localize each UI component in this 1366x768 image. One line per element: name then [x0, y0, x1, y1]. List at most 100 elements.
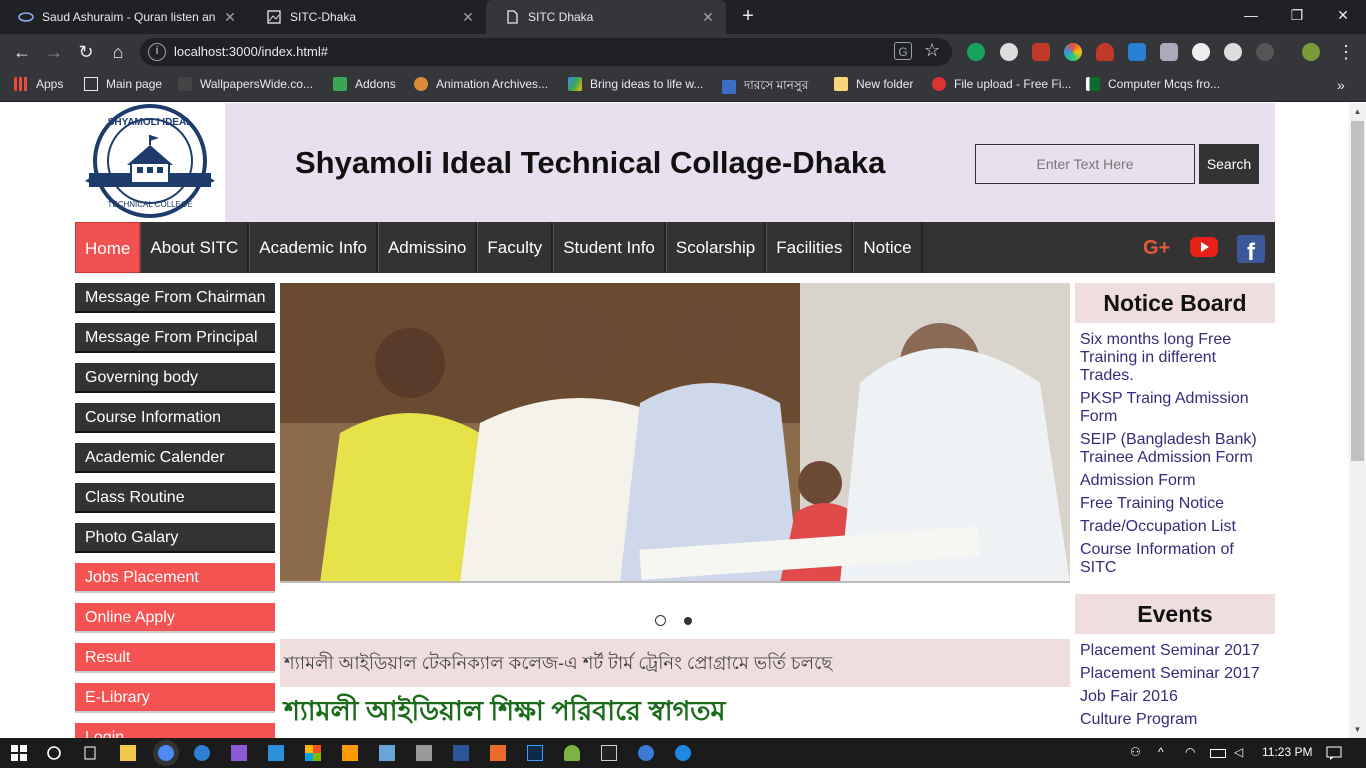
new-tab-icon[interactable]: +	[736, 5, 760, 29]
sidebar-item-governing-body[interactable]: Governing body	[75, 363, 275, 393]
sidebar-item-login[interactable]: Login	[75, 723, 275, 738]
slider-dot-2[interactable]	[684, 617, 692, 625]
sidebar-item-message-principal[interactable]: Message From Principal	[75, 323, 275, 353]
sublime-icon[interactable]	[342, 745, 358, 761]
color-picker-icon[interactable]	[1064, 43, 1082, 61]
tff-extension-icon[interactable]	[1128, 43, 1146, 61]
reload-icon[interactable]: ↻	[74, 40, 98, 64]
slider-dot-1[interactable]	[655, 615, 666, 626]
scroll-up-arrow-icon[interactable]: ▲	[1349, 103, 1366, 120]
back-icon[interactable]: ←	[10, 40, 34, 64]
shield-extension-icon[interactable]	[1160, 43, 1178, 61]
notifications-icon[interactable]	[1326, 745, 1342, 761]
nav-about-sitc[interactable]: About SITC	[140, 222, 250, 273]
bookmark-star-icon[interactable]: ☆	[924, 40, 940, 61]
close-tab-icon[interactable]: ✕	[220, 9, 240, 26]
word-icon[interactable]	[453, 745, 469, 761]
bookmark-file-upload[interactable]: File upload - Free Fi...	[932, 77, 1071, 91]
bookmark-bring-ideas[interactable]: Bring ideas to life w...	[568, 77, 703, 91]
home-icon[interactable]: ⌂	[106, 40, 130, 64]
scroll-down-arrow-icon[interactable]: ▼	[1349, 721, 1366, 738]
file-explorer-icon[interactable]	[120, 745, 136, 761]
bookmark-main-page[interactable]: Main page	[84, 77, 162, 91]
people-icon[interactable]: ⚇	[1130, 745, 1146, 761]
eye-extension-icon[interactable]	[1192, 43, 1210, 61]
speed-extension-icon[interactable]	[1224, 43, 1242, 61]
notice-link[interactable]: Six months long Free Training in differe…	[1080, 331, 1270, 385]
volume-icon[interactable]: ◁	[1234, 745, 1250, 761]
close-window-icon[interactable]: ✕	[1320, 0, 1366, 30]
bookmark-animation-archives[interactable]: Animation Archives...	[414, 77, 548, 91]
url-text[interactable]: localhost:3000/index.html#	[174, 44, 328, 59]
event-link[interactable]: Culture Program	[1080, 711, 1270, 729]
sidebar-item-photo-gallery[interactable]: Photo Galary	[75, 523, 275, 553]
battery-icon[interactable]	[1210, 749, 1226, 758]
google-plus-icon[interactable]: G+	[1143, 235, 1173, 264]
more-bookmarks-icon[interactable]: »	[1337, 77, 1345, 93]
image-slider[interactable]	[280, 283, 1070, 583]
profile-avatar[interactable]	[1302, 43, 1320, 61]
nav-admission[interactable]: Admissino	[377, 222, 478, 273]
notice-link[interactable]: Trade/Occupation List	[1080, 518, 1270, 536]
bookmark-addons[interactable]: Addons	[333, 77, 396, 91]
terminal-icon[interactable]	[601, 745, 617, 761]
bookmark-darse-mansur[interactable]: দারসে মানসুর	[722, 77, 808, 97]
edge-icon[interactable]	[194, 745, 210, 761]
nav-student-info[interactable]: Student Info	[553, 222, 666, 273]
restore-icon[interactable]: ❐	[1274, 0, 1320, 30]
messenger-icon[interactable]	[675, 745, 691, 761]
bookmark-apps[interactable]: Apps	[14, 77, 63, 91]
store-icon[interactable]	[305, 745, 321, 761]
sidebar-item-online-apply[interactable]: Online Apply	[75, 603, 275, 633]
event-link[interactable]: Placement Seminar 2017	[1080, 665, 1270, 683]
vscode-icon[interactable]	[268, 745, 284, 761]
search-circle-icon[interactable]	[46, 745, 62, 761]
visual-studio-icon[interactable]	[231, 745, 247, 761]
sidebar-item-academic-calendar[interactable]: Academic Calender	[75, 443, 275, 473]
sidebar-item-jobs-placement[interactable]: Jobs Placement	[75, 563, 275, 593]
search-button[interactable]: Search	[1199, 144, 1259, 184]
bookmark-new-folder[interactable]: New folder	[834, 77, 913, 91]
address-bar[interactable]: i localhost:3000/index.html# G ☆	[140, 38, 952, 66]
chevron-up-icon[interactable]: ^	[1158, 745, 1174, 761]
nav-home[interactable]: Home	[75, 222, 141, 273]
bookmark-computer-mcqs[interactable]: Computer Mcqs fro...	[1086, 77, 1220, 91]
nav-notice[interactable]: Notice	[853, 222, 923, 273]
blender-icon[interactable]	[490, 745, 506, 761]
youtube-icon[interactable]	[1189, 235, 1219, 264]
sidebar-item-message-chairman[interactable]: Message From Chairman	[75, 283, 275, 313]
notice-link[interactable]: SEIP (Bangladesh Bank) Trainee Admission…	[1080, 431, 1270, 467]
cloud-extension-icon[interactable]	[1096, 43, 1114, 61]
bookmark-wallpaperswide[interactable]: WallpapersWide.co...	[178, 77, 313, 91]
tools-icon[interactable]	[416, 745, 432, 761]
chat-extension-icon[interactable]	[1000, 43, 1018, 61]
sidebar-item-course-information[interactable]: Course Information	[75, 403, 275, 433]
android-studio-icon[interactable]	[564, 745, 580, 761]
notice-link[interactable]: Course Information of SITC	[1080, 541, 1270, 577]
info-icon[interactable]: i	[148, 43, 166, 61]
photoshop-icon[interactable]	[527, 745, 543, 761]
minimize-icon[interactable]: —	[1228, 0, 1274, 30]
translate-icon[interactable]: G	[894, 42, 912, 60]
notice-link[interactable]: Free Training Notice	[1080, 495, 1270, 513]
notice-link[interactable]: Admission Form	[1080, 472, 1270, 490]
red-book-extension-icon[interactable]	[1032, 43, 1050, 61]
event-link[interactable]: Placement Seminar 2017	[1080, 642, 1270, 660]
sidebar-item-e-library[interactable]: E-Library	[75, 683, 275, 713]
scrollbar-thumb[interactable]	[1351, 121, 1364, 461]
sync-extension-icon[interactable]	[1256, 43, 1274, 61]
taskbar-clock[interactable]: 11:23 PM	[1262, 745, 1312, 759]
sidebar-item-class-routine[interactable]: Class Routine	[75, 483, 275, 513]
vertical-scrollbar[interactable]: ▲ ▼	[1349, 103, 1366, 738]
nav-academic-info[interactable]: Academic Info	[249, 222, 378, 273]
nav-facilities[interactable]: Facilities	[766, 222, 854, 273]
notice-link[interactable]: PKSP Traing Admission Form	[1080, 390, 1270, 426]
tab-2[interactable]: SITC-Dhaka ✕	[248, 0, 486, 34]
close-tab-icon[interactable]: ✕	[458, 9, 478, 26]
menu-dots-icon[interactable]: ⋮	[1334, 40, 1358, 64]
nav-scholarship[interactable]: Scolarship	[665, 222, 767, 273]
tab-1[interactable]: Saud Ashuraim - Quran listen an ✕	[0, 0, 248, 34]
sidebar-item-result[interactable]: Result	[75, 643, 275, 673]
chrome-icon[interactable]	[158, 745, 174, 761]
box-app-icon[interactable]	[379, 745, 395, 761]
